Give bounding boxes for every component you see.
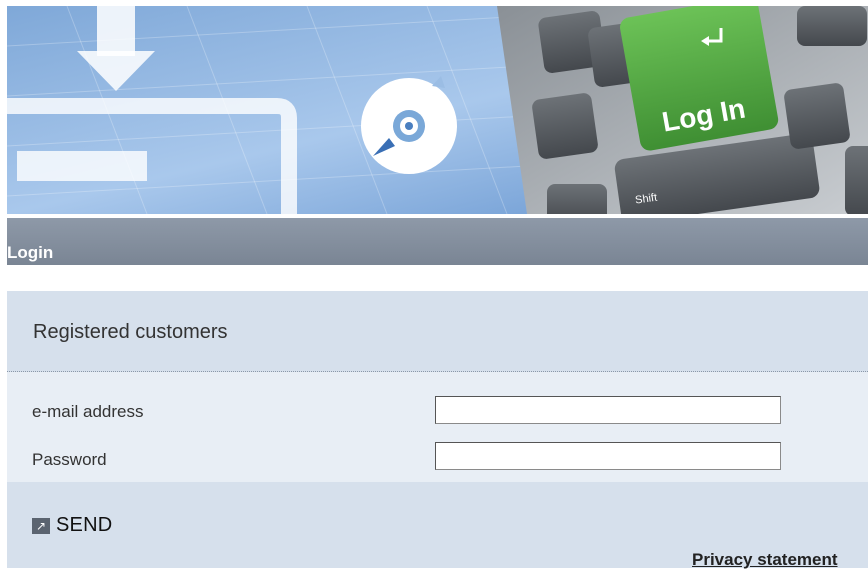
- section-title: Registered customers: [33, 321, 228, 343]
- privacy-statement-link[interactable]: Privacy statement: [692, 550, 838, 570]
- form-actions: ↗ SEND Privacy statement: [7, 482, 868, 570]
- login-form: e-mail address Password: [7, 372, 868, 482]
- banner-illustration: Log In Shift: [7, 6, 868, 214]
- email-field[interactable]: [435, 396, 781, 424]
- password-label: Password: [32, 450, 107, 469]
- password-field[interactable]: [435, 442, 781, 470]
- send-button[interactable]: ↗ SEND: [32, 514, 112, 537]
- login-key: Log In: [620, 6, 779, 151]
- registered-customers-header: Registered customers: [7, 291, 868, 372]
- page-header-bar: Login: [7, 218, 868, 265]
- arrow-out-icon: ↗: [32, 517, 50, 534]
- email-label: e-mail address: [32, 402, 144, 421]
- send-label: SEND: [56, 514, 113, 536]
- header-banner: Log In Shift: [7, 6, 868, 214]
- page-title: Login: [7, 243, 54, 262]
